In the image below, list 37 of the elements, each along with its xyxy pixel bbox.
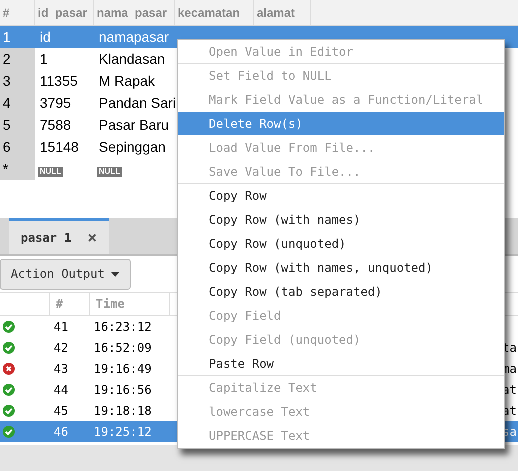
table-cell: 19:16:49 xyxy=(94,362,152,376)
row-number: 6 xyxy=(3,138,11,156)
table-cell: 43 xyxy=(54,362,68,376)
table-cell: M Rapak xyxy=(99,72,156,88)
table-cell: 1 xyxy=(40,50,48,66)
column-header: # xyxy=(56,296,64,313)
column-header: Time xyxy=(96,296,125,313)
table-cell: 42 xyxy=(54,340,68,354)
table-cell: 15148 xyxy=(40,138,79,154)
table-cell: Pasar Baru xyxy=(99,116,170,132)
tab-label: pasar 1 xyxy=(21,230,72,246)
table-cell: 45 xyxy=(54,404,68,418)
table-cell: 3795 xyxy=(40,94,72,110)
row-number: 5 xyxy=(3,116,11,134)
table-cell: 46 xyxy=(54,424,68,438)
row-number: 3 xyxy=(3,72,11,90)
row-number: 4 xyxy=(3,94,11,112)
table-cell: Klandasan xyxy=(99,50,166,66)
null-badge: NULL xyxy=(38,166,64,176)
table-cell: namapasar xyxy=(99,28,170,44)
table-cell: id xyxy=(40,28,51,44)
row-number: 1 xyxy=(3,28,11,46)
table-cell: ta xyxy=(502,340,517,354)
table-cell: 19:18:18 xyxy=(94,404,152,418)
null-badge: NULL xyxy=(97,166,122,176)
table-cell: Sepinggan xyxy=(99,138,166,154)
table-cell: 19:16:56 xyxy=(94,382,152,396)
table-cell: 16:23:12 xyxy=(94,320,152,334)
table-cell: Pandan Sari xyxy=(99,94,176,110)
table-cell: 7588 xyxy=(40,116,72,132)
table-cell: 11355 xyxy=(40,72,78,88)
row-number: 2 xyxy=(3,50,11,68)
row-number: * xyxy=(3,160,8,178)
table-cell: 44 xyxy=(54,382,68,396)
table-cell: 16:52:09 xyxy=(94,340,152,354)
table-cell: 41 xyxy=(54,320,68,334)
table-cell: 19:25:12 xyxy=(94,424,152,438)
